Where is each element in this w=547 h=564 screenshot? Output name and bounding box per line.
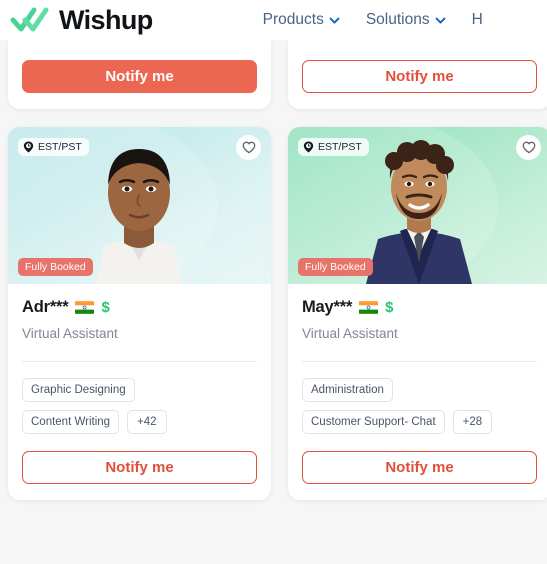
- grid-column-left: Notify me EST/PST Fully Booked Adr*** $ …: [8, 40, 271, 500]
- heart-icon: [242, 141, 256, 154]
- talent-name: May***: [302, 298, 353, 316]
- skill-tag[interactable]: Content Writing: [22, 410, 120, 434]
- page-root: Wishup Products Solutions H Notify me ES…: [0, 0, 547, 564]
- skill-tag-row: Content Writing +42: [22, 410, 257, 434]
- talent-card[interactable]: EST/PST Fully Booked May*** $ Virtual As…: [288, 127, 547, 500]
- rate-dollar-icon: $: [101, 299, 110, 316]
- notify-me-button[interactable]: Notify me: [22, 451, 257, 484]
- timezone-badge: EST/PST: [18, 138, 89, 156]
- nav-item-products-label: Products: [262, 11, 324, 28]
- skill-tag-list: Graphic Designing Content Writing +42: [22, 378, 257, 434]
- skill-tag[interactable]: Customer Support- Chat: [302, 410, 445, 434]
- double-check-logo-icon: [10, 7, 52, 33]
- profile-photo: EST/PST Fully Booked: [288, 127, 547, 284]
- nav-item-solutions-label: Solutions: [365, 11, 430, 28]
- skill-tag-more[interactable]: +28: [452, 410, 493, 434]
- heart-icon: [522, 141, 536, 154]
- nav-item-truncated[interactable]: H: [472, 11, 483, 29]
- brand-name: Wishup: [59, 4, 153, 35]
- availability-badge: Fully Booked: [298, 258, 373, 276]
- brand-logo[interactable]: Wishup: [10, 4, 153, 35]
- talent-role: Virtual Assistant: [302, 326, 398, 341]
- chevron-down-icon: [329, 17, 340, 24]
- talent-name-row: Adr*** $: [22, 298, 257, 317]
- nav-item-solutions[interactable]: Solutions: [366, 11, 446, 29]
- skill-tag-more[interactable]: +42: [127, 410, 167, 434]
- talent-card-grid: Notify me EST/PST Fully Booked Adr*** $ …: [0, 40, 547, 500]
- skill-tag-row: Graphic Designing: [22, 378, 257, 402]
- nav-item-products[interactable]: Products: [263, 11, 340, 29]
- skill-tag-row: Administration: [302, 378, 537, 402]
- favorite-button[interactable]: [236, 135, 261, 160]
- timezone-badge: EST/PST: [298, 138, 369, 156]
- site-header: Wishup Products Solutions H: [0, 0, 547, 40]
- notify-me-button[interactable]: Notify me: [302, 451, 537, 484]
- clock-pin-icon: [303, 141, 314, 153]
- clock-pin-icon: [23, 141, 34, 153]
- timezone-badge-label: EST/PST: [318, 141, 362, 153]
- availability-badge: Fully Booked: [18, 258, 93, 276]
- main-nav: Products Solutions H: [263, 11, 483, 29]
- rate-dollar-icon: $: [385, 299, 394, 316]
- skill-tag[interactable]: Administration: [302, 378, 393, 402]
- talent-name: Adr***: [22, 298, 69, 316]
- talent-card-partial-left: Notify me: [8, 40, 271, 109]
- talent-name-row: May*** $: [302, 298, 537, 317]
- chevron-down-icon: [435, 17, 446, 24]
- notify-me-button[interactable]: Notify me: [22, 60, 257, 93]
- timezone-badge-label: EST/PST: [38, 141, 82, 153]
- talent-card[interactable]: EST/PST Fully Booked Adr*** $ Virtual As…: [8, 127, 271, 500]
- skill-tag-row: Customer Support- Chat +28: [302, 410, 537, 434]
- favorite-button[interactable]: [516, 135, 541, 160]
- talent-role: Virtual Assistant: [22, 326, 118, 341]
- skill-tag-list: Administration Customer Support- Chat +2…: [302, 378, 537, 434]
- notify-me-button[interactable]: Notify me: [302, 60, 537, 93]
- profile-photo: EST/PST Fully Booked: [8, 127, 271, 284]
- card-divider: [302, 361, 537, 362]
- talent-card-body: May*** $ Virtual Assistant Administratio…: [288, 284, 547, 500]
- talent-card-partial-right: Notify me: [288, 40, 547, 109]
- talent-card-body: Adr*** $ Virtual Assistant Graphic Desig…: [8, 284, 271, 500]
- skill-tag[interactable]: Graphic Designing: [22, 378, 135, 402]
- india-flag-icon: [75, 301, 95, 314]
- grid-column-right: Notify me EST/PST Fully Booked May*** $ …: [288, 40, 547, 500]
- card-divider: [22, 361, 257, 362]
- india-flag-icon: [359, 301, 379, 314]
